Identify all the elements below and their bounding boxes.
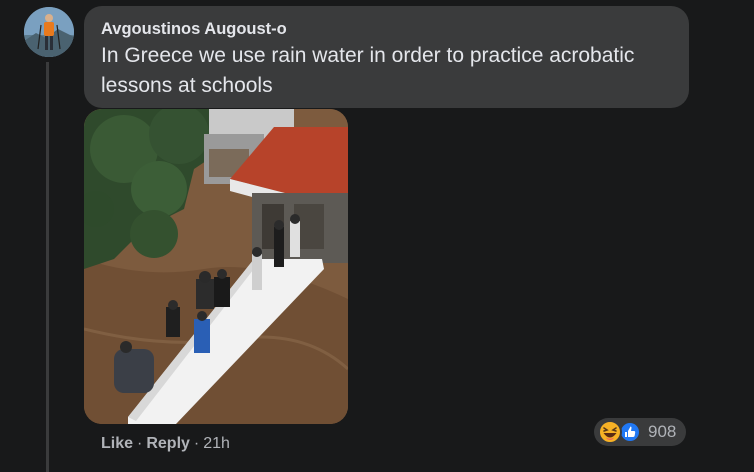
comment-timestamp[interactable]: 21h xyxy=(203,435,230,452)
comment-author[interactable]: Avgoustinos Augoust-o xyxy=(101,18,673,40)
separator-dot: · xyxy=(137,435,143,452)
thread-line xyxy=(46,62,49,472)
avatar-image xyxy=(24,7,74,57)
reaction-icons xyxy=(596,418,644,446)
like-link[interactable]: Like xyxy=(101,435,133,452)
reaction-summary[interactable]: 908 xyxy=(594,418,686,446)
reply-link[interactable]: Reply xyxy=(146,435,190,452)
comment-actions: Like · Reply · 21h xyxy=(101,434,230,454)
comment-photo[interactable] xyxy=(84,109,348,424)
separator-dot: · xyxy=(193,435,200,452)
comment-text: In Greece we use rain water in order to … xyxy=(101,44,635,97)
comment-bubble: Avgoustinos Augoust-o In Greece we use r… xyxy=(84,6,689,108)
reaction-count: 908 xyxy=(648,422,677,441)
avatar[interactable] xyxy=(24,7,74,57)
reaction-icons-image xyxy=(598,420,641,444)
flood-photo-image xyxy=(84,109,348,424)
